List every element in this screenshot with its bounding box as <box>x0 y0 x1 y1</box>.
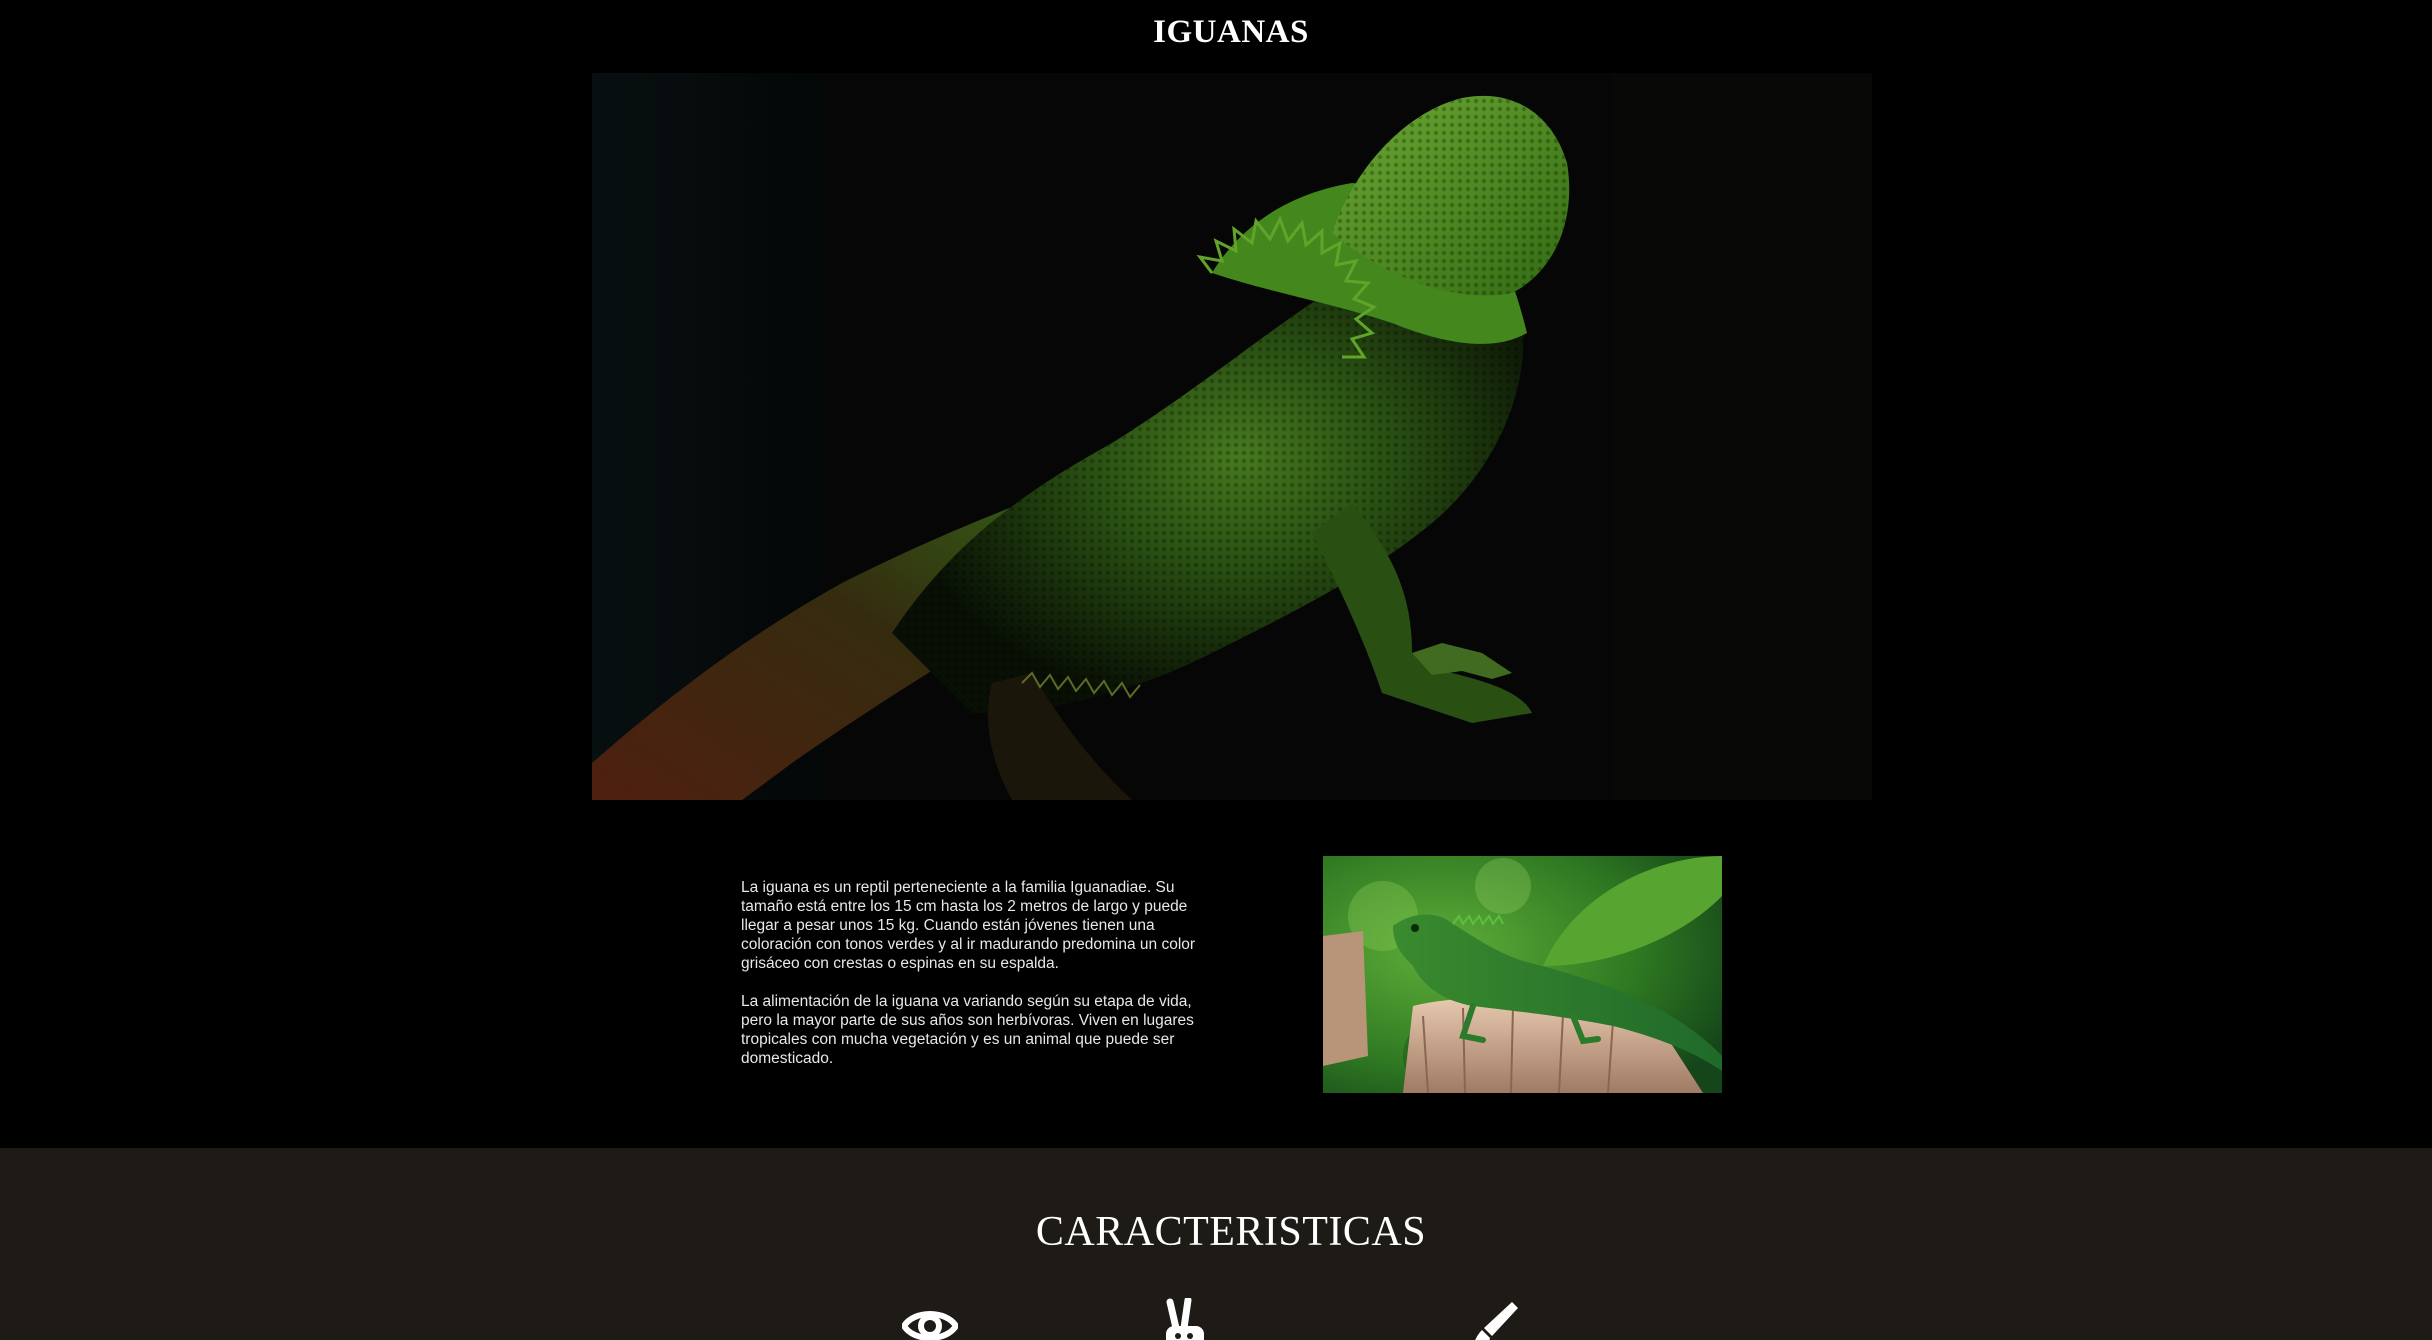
intro-paragraph: La iguana es un reptil perteneciente a l… <box>741 879 1196 972</box>
paintbrush-icon <box>1466 1298 1522 1340</box>
intro-paragraph: La alimentación de la iguana va variando… <box>741 993 1194 1067</box>
intro-text: La iguana es un reptil perteneciente a l… <box>741 878 1219 1087</box>
features-section: CARACTERISTICAS <box>0 1148 2432 1340</box>
hero-image-iguana <box>592 73 1872 800</box>
page: IGUANAS La iguana es un reptil perteneci… <box>0 0 2432 1340</box>
peace-hand-icon <box>1162 1296 1208 1340</box>
eye-icon <box>900 1298 960 1340</box>
iguana-photo <box>1323 856 1722 1093</box>
features-title: CARACTERISTICAS <box>1035 1209 1427 1255</box>
page-title: IGUANAS <box>1153 14 1309 50</box>
